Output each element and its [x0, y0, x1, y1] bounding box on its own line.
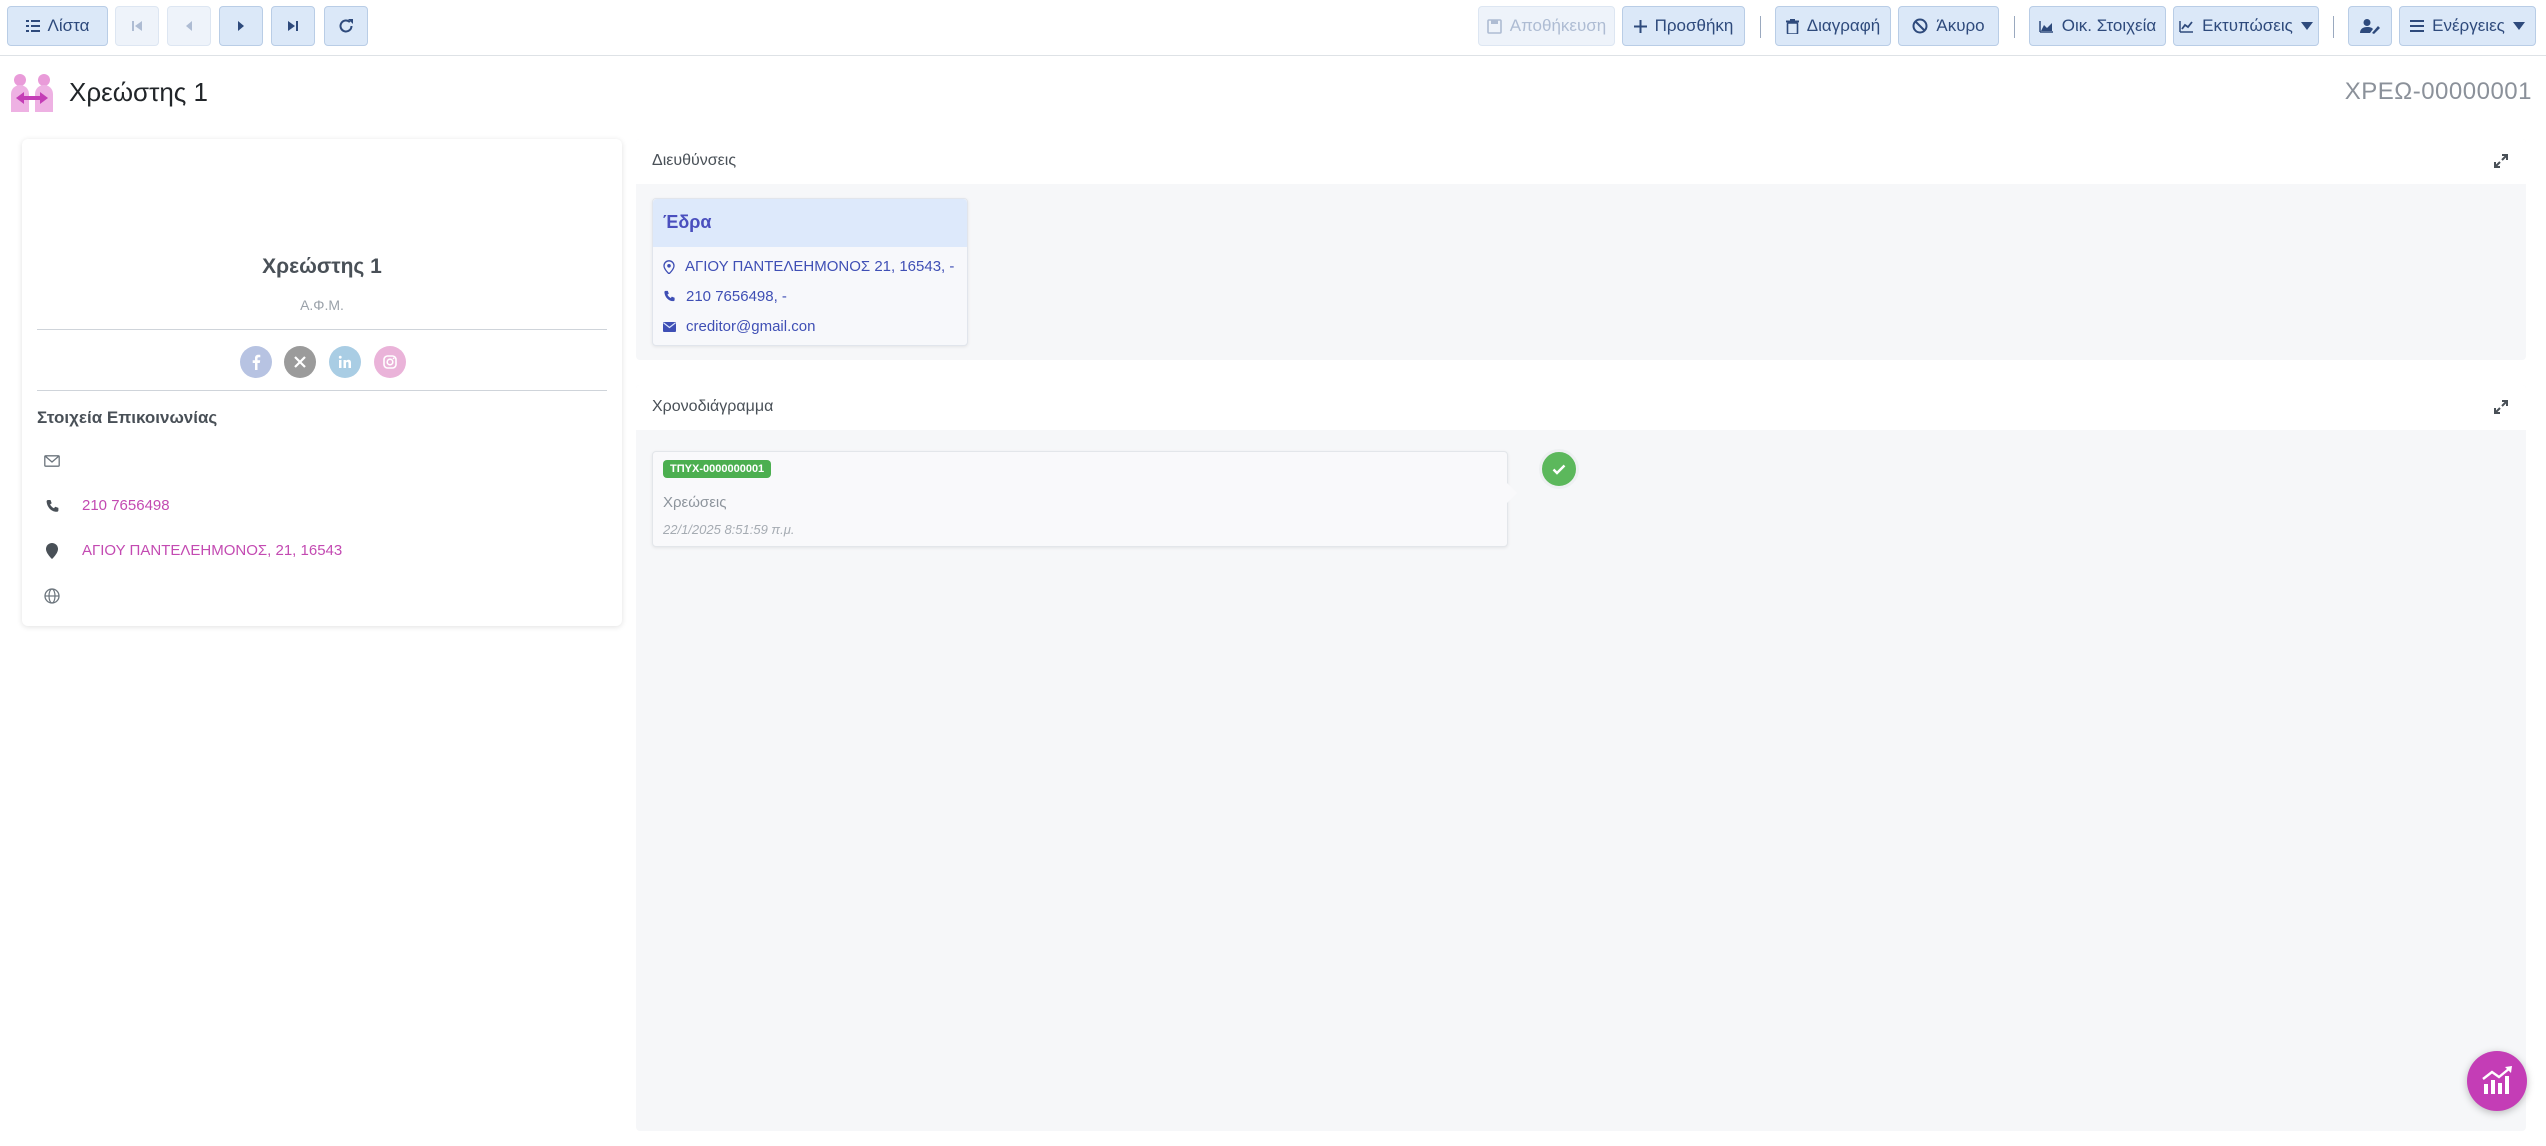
address-phone: 210 7656498, - — [686, 288, 787, 305]
timeline-panel: Χρονοδιάγραμμα ΤΠΥΧ-0000000001 Χρεώσεις … — [636, 385, 2526, 1131]
record-code: ΧΡΕΩ-00000001 — [2344, 78, 2532, 105]
add-button-label: Προσθήκη — [1654, 16, 1734, 35]
divider — [37, 329, 607, 330]
delete-button[interactable]: Διαγραφή — [1775, 6, 1891, 46]
last-record-button[interactable] — [271, 6, 315, 46]
envelope-icon — [663, 321, 676, 332]
actions-button-label: Ενέργειες — [2432, 16, 2505, 35]
timeline-event-card[interactable]: ΤΠΥΧ-0000000001 Χρεώσεις 22/1/2025 8:51:… — [652, 451, 1508, 547]
financial-details-button[interactable]: Οικ. Στοιχεία — [2029, 6, 2166, 46]
user-edit-icon — [2360, 19, 2380, 34]
expand-icon[interactable] — [2492, 152, 2510, 170]
addresses-panel: Διευθύνσεις Έδρα ΑΓΙΟΥ ΠΑΝΤΕΛΕΗΜΟΝΟΣ 21,… — [636, 139, 2526, 360]
financial-details-label: Οικ. Στοιχεία — [2061, 16, 2157, 35]
refresh-button[interactable] — [324, 6, 368, 46]
delete-button-label: Διαγραφή — [1806, 16, 1881, 35]
map-marker-icon — [663, 259, 675, 274]
timeline-title: Χρονοδιάγραμμα — [652, 398, 774, 415]
phone-icon — [42, 496, 62, 516]
instagram-icon[interactable] — [374, 346, 406, 378]
prints-dropdown-button[interactable]: Εκτυπώσεις — [2173, 6, 2319, 46]
x-icon[interactable] — [284, 346, 316, 378]
menu-icon — [2410, 20, 2425, 32]
list-button-label: Λίστα — [47, 16, 90, 35]
event-date: 22/1/2025 8:51:59 π.μ. — [663, 522, 795, 537]
toolbar-divider — [2333, 16, 2334, 38]
cancel-button-label: Άκυρο — [1936, 16, 1985, 35]
user-edit-button[interactable] — [2348, 6, 2392, 46]
event-description: Χρεώσεις — [663, 494, 727, 511]
actions-dropdown-button[interactable]: Ενέργειες — [2399, 6, 2536, 46]
previous-record-button[interactable] — [167, 6, 211, 46]
facebook-icon[interactable] — [240, 346, 272, 378]
line-chart-icon — [2179, 20, 2194, 33]
contact-phone[interactable]: 210 7656498 — [82, 497, 170, 514]
save-button-label: Αποθήκευση — [1509, 16, 1607, 35]
plus-icon — [1633, 19, 1647, 33]
timeline-card-pointer — [1507, 483, 1517, 503]
save-button[interactable]: Αποθήκευση — [1478, 6, 1615, 46]
page-title: Χρεώστης 1 — [69, 77, 209, 107]
timeline-marker — [1539, 449, 1579, 489]
address-line: ΑΓΙΟΥ ΠΑΝΤΕΛΕΗΜΟΝΟΣ 21, 16543, - — [685, 258, 955, 275]
chevron-down-icon — [2512, 22, 2525, 30]
linkedin-icon[interactable] — [329, 346, 361, 378]
address-type-label: Έδρα — [663, 212, 712, 232]
prints-button-label: Εκτυπώσεις — [2202, 16, 2293, 35]
check-icon — [1552, 464, 1566, 475]
profile-name: Χρεώστης 1 — [262, 255, 382, 278]
first-record-button[interactable] — [115, 6, 159, 46]
cancel-button[interactable]: Άκυρο — [1898, 6, 1999, 46]
transaction-badge[interactable]: ΤΠΥΧ-0000000001 — [663, 460, 772, 478]
refresh-icon — [339, 19, 353, 33]
toolbar: Λίστα Αποθήκευση Προσθήκη Διαγραφή Άκυρο… — [0, 0, 2546, 56]
contact-info-title: Στοιχεία Επικοινωνίας — [37, 408, 218, 427]
area-chart-icon — [2039, 20, 2053, 33]
address-card-header: Έδρα — [653, 199, 967, 247]
phone-icon — [664, 290, 675, 302]
next-record-button[interactable] — [219, 6, 263, 46]
addresses-title: Διευθύνσεις — [652, 152, 737, 169]
save-icon — [1486, 18, 1502, 34]
profile-card: Χρεώστης 1 Α.Φ.Μ. Στοιχεία Επικοινωνίας … — [22, 139, 622, 626]
address-row: creditor@gmail.con — [663, 318, 815, 335]
ban-icon — [1912, 18, 1928, 34]
addresses-panel-header: Διευθύνσεις — [636, 139, 2526, 184]
address-row: 210 7656498, - — [663, 288, 787, 305]
toolbar-divider — [1760, 16, 1761, 38]
skip-last-icon — [288, 21, 298, 31]
chart-up-icon — [2482, 1066, 2512, 1094]
trash-icon — [1785, 18, 1799, 34]
tax-id-label: Α.Φ.Μ. — [300, 297, 344, 313]
timeline-panel-header: Χρονοδιάγραμμα — [636, 385, 2526, 430]
caret-right-icon — [238, 21, 244, 31]
analytics-fab-button[interactable] — [2467, 1051, 2527, 1111]
list-icon — [25, 20, 40, 32]
divider — [37, 390, 607, 391]
address-row: ΑΓΙΟΥ ΠΑΝΤΕΛΕΗΜΟΝΟΣ 21, 16543, - — [663, 258, 954, 275]
envelope-icon — [42, 451, 62, 471]
globe-icon — [42, 586, 62, 606]
contact-address[interactable]: ΑΓΙΟΥ ΠΑΝΤΕΛΕΗΜΟΝΟΣ, 21, 16543 — [82, 542, 342, 559]
skip-first-icon — [132, 21, 142, 31]
expand-icon[interactable] — [2492, 398, 2510, 416]
caret-left-icon — [186, 21, 192, 31]
chevron-down-icon — [2300, 22, 2313, 30]
address-card[interactable]: Έδρα ΑΓΙΟΥ ΠΑΝΤΕΛΕΗΜΟΝΟΣ 21, 16543, - 21… — [652, 198, 968, 346]
toolbar-divider — [2014, 16, 2015, 38]
list-button[interactable]: Λίστα — [7, 6, 108, 46]
add-button[interactable]: Προσθήκη — [1622, 6, 1745, 46]
address-email[interactable]: creditor@gmail.con — [686, 318, 815, 335]
debtor-logo — [8, 72, 56, 116]
map-marker-icon — [42, 541, 62, 561]
